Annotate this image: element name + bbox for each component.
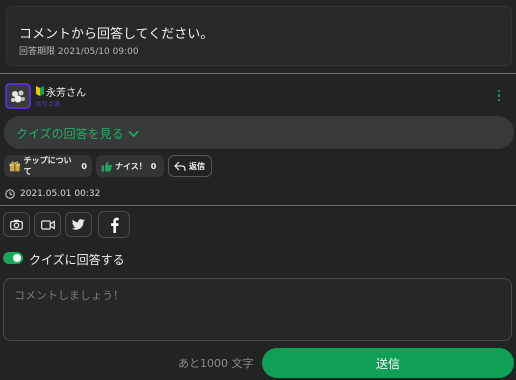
user-name[interactable]: 永芳さん [46,84,86,99]
camera-icon [10,219,23,230]
nice-count: 0 [150,161,157,171]
task-title: コメントから回答してください。 [19,27,214,42]
quiz-answer-toggle-label: クイズに回答する [29,253,125,267]
avatar[interactable] [5,83,31,109]
nice-label: ナイス！ [115,161,147,171]
facebook-icon [110,217,119,233]
reply-button[interactable]: 返信 [168,155,212,177]
gift-icon [9,161,21,171]
deadline: 回答期限 2021/05/10 09:00 [19,44,139,57]
posted-time: 2021.05.01 00:32 [5,189,100,199]
divider [0,73,516,74]
twitter-button[interactable] [65,212,92,237]
clock-icon [5,189,15,199]
reply-label: 返信 [189,161,205,171]
avatar-image [7,85,29,107]
deadline-label: 回答期限 [19,47,56,57]
comment-input[interactable] [3,278,512,341]
tip-count: 0 [81,161,87,171]
send-label: 送信 [375,356,400,371]
chevron-down-icon [128,130,139,137]
camera-button[interactable] [3,212,30,237]
task-card: コメントから回答してください。 回答期限 2021/05/10 09:00 [6,6,512,66]
video-icon [40,219,55,230]
more-options-icon[interactable] [497,90,501,104]
facebook-button[interactable] [98,211,130,238]
remaining-characters: あと1000 文字 [178,357,254,370]
comment-bubble: クイズの回答を見る [4,116,514,149]
posted-time-value: 2021.05.01 00:32 [20,189,101,199]
send-button[interactable]: 送信 [262,348,514,378]
twitter-icon [72,219,85,230]
divider [0,205,516,206]
reply-icon [174,161,186,171]
beginner-mark-icon [36,86,44,96]
toggle-knob [13,254,21,262]
show-quiz-answer-label: クイズの回答を見る [16,127,124,141]
user-subtitle: のりさ派 [36,101,61,108]
quiz-answer-toggle[interactable] [3,252,23,264]
tip-button[interactable]: チップについて 0 [4,155,92,177]
tip-label: チップについて [23,156,72,176]
nice-button[interactable]: ナイス！ 0 [96,155,164,177]
thumbs-up-icon [101,161,112,171]
show-quiz-answer-link[interactable]: クイズの回答を見る [16,125,139,142]
deadline-value: 2021/05/10 09:00 [57,47,139,57]
video-button[interactable] [34,212,61,237]
